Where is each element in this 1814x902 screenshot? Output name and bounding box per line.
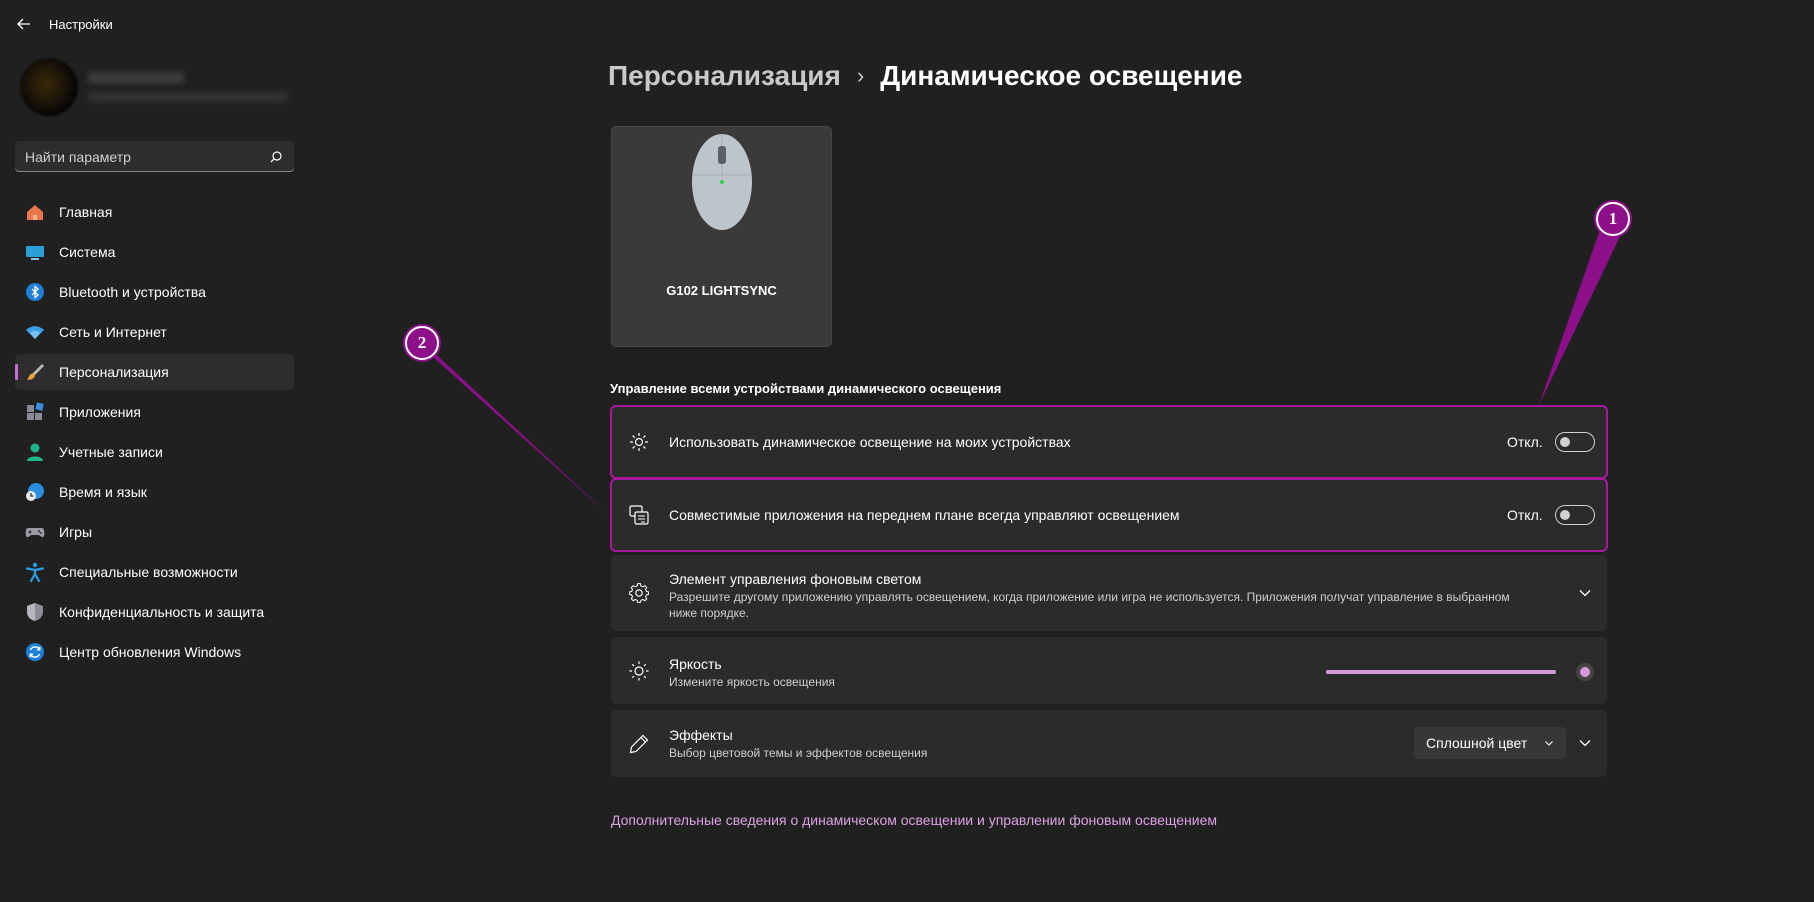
sidebar-item-accounts[interactable]: Учетные записи <box>15 434 294 470</box>
breadcrumb-separator: › <box>856 63 865 88</box>
avatar <box>20 58 78 116</box>
account-icon <box>27 443 43 461</box>
setting-title: Элемент управления фоновым светом <box>669 571 922 587</box>
device-name: G102 LIGHTSYNC <box>666 283 777 298</box>
setting-foreground-apps-control: Совместимые приложения на переднем плане… <box>610 478 1608 552</box>
breadcrumb-parent[interactable]: Персонализация <box>608 60 841 92</box>
system-icon <box>26 246 44 260</box>
sidebar-item-network[interactable]: Сеть и Интернет <box>15 314 294 350</box>
apps-icon <box>27 402 44 420</box>
chevron-down-icon[interactable] <box>1578 736 1592 750</box>
setting-subtitle: Измените яркость освещения <box>669 675 835 689</box>
gamepad-icon <box>25 528 45 538</box>
sidebar-item-label: Bluetooth и устройства <box>59 284 206 300</box>
foreground-apps-toggle[interactable] <box>1555 505 1595 525</box>
device-card[interactable]: G102 LIGHTSYNC <box>611 126 832 347</box>
sidebar-item-personalization[interactable]: Персонализация <box>15 354 294 390</box>
sidebar-item-accessibility[interactable]: Специальные возможности <box>15 554 294 590</box>
chevron-down-icon <box>1545 741 1553 746</box>
chevron-down-icon[interactable] <box>1578 586 1592 600</box>
setting-use-dynamic-lighting: Использовать динамическое освещение на м… <box>610 405 1608 479</box>
setting-brightness: Яркость Измените яркость освещения <box>611 637 1607 704</box>
breadcrumb: Персонализация › Динамическое освещение <box>608 56 1243 96</box>
setting-subtitle: Выбор цветовой темы и эффектов освещения <box>669 746 928 760</box>
mouse-icon <box>692 134 752 230</box>
wifi-icon <box>26 326 44 339</box>
home-icon <box>27 205 43 220</box>
app-title: Настройки <box>49 17 113 32</box>
setting-subtitle: Разрешите другому приложению управлять о… <box>669 590 1510 620</box>
callout-2-pointer <box>414 334 610 516</box>
sidebar-item-time-language[interactable]: Время и язык <box>15 474 294 510</box>
sidebar-item-label: Время и язык <box>59 484 147 500</box>
sidebar-item-label: Сеть и Интернет <box>59 324 167 340</box>
sidebar-item-label: Система <box>59 244 116 260</box>
sidebar-item-bluetooth[interactable]: Bluetooth и устройства <box>15 274 294 310</box>
callout-badge-2: 2 <box>405 326 439 360</box>
toggle-knob <box>1560 437 1570 447</box>
gear-icon <box>629 583 649 603</box>
sidebar-item-label: Главная <box>59 204 113 220</box>
accessibility-icon <box>25 562 45 582</box>
user-profile[interactable] <box>20 56 300 120</box>
sidebar-nav: Главная Система Bluetooth и устройства С… <box>15 194 294 674</box>
sidebar-item-label: Учетные записи <box>59 444 163 460</box>
update-icon <box>26 643 44 661</box>
sidebar-item-home[interactable]: Главная <box>15 194 294 230</box>
time-language-icon <box>26 483 44 501</box>
sidebar-item-label: Персонализация <box>59 364 169 380</box>
section-title: Управление всеми устройствами динамическ… <box>610 381 1002 396</box>
callout-badge-1: 1 <box>1596 202 1630 236</box>
brightness-slider-track[interactable] <box>1326 670 1556 674</box>
brush-icon <box>27 364 44 380</box>
title-bar: Настройки <box>0 0 1814 48</box>
sidebar-item-label: Специальные возможности <box>59 564 238 580</box>
setting-title: Использовать динамическое освещение на м… <box>669 434 1071 450</box>
toggle-knob <box>1560 510 1570 520</box>
brightness-icon <box>629 661 649 681</box>
sidebar-item-label: Игры <box>59 524 93 540</box>
setting-title: Яркость <box>669 656 722 672</box>
bluetooth-icon <box>26 283 44 301</box>
effects-dropdown[interactable]: Сплошной цвет <box>1414 727 1566 759</box>
setting-title: Эффекты <box>669 727 733 743</box>
toggle-state-label: Откл. <box>1507 507 1543 523</box>
sidebar-item-label: Конфиденциальность и защита <box>59 604 265 620</box>
sidebar-item-gaming[interactable]: Игры <box>15 514 294 550</box>
brightness-slider-thumb[interactable] <box>1576 663 1594 681</box>
sidebar-item-label: Центр обновления Windows <box>59 644 242 660</box>
more-info-link[interactable]: Дополнительные сведения о динамическом о… <box>611 812 1217 828</box>
shield-icon <box>27 603 43 621</box>
search-icon[interactable] <box>269 150 283 164</box>
back-arrow-icon[interactable] <box>14 14 34 34</box>
setting-effects[interactable]: Эффекты Выбор цветовой темы и эффектов о… <box>611 710 1607 777</box>
sidebar-item-windows-update[interactable]: Центр обновления Windows <box>15 634 294 670</box>
search-box[interactable] <box>15 141 294 172</box>
search-input[interactable] <box>25 141 255 172</box>
profile-name-blurred <box>88 72 184 84</box>
layered-apps-icon <box>629 505 649 525</box>
sidebar-item-label: Приложения <box>59 404 141 420</box>
effects-dropdown-value: Сплошной цвет <box>1426 735 1528 751</box>
use-dynamic-lighting-toggle[interactable] <box>1555 432 1595 452</box>
pen-icon <box>629 734 649 754</box>
callout-1-pointer <box>1539 221 1625 405</box>
active-indicator <box>15 364 18 380</box>
setting-background-light-control[interactable]: Элемент управления фоновым светом Разреш… <box>611 555 1607 631</box>
lighting-icon <box>630 433 648 451</box>
setting-title: Совместимые приложения на переднем плане… <box>669 507 1180 523</box>
sidebar-item-apps[interactable]: Приложения <box>15 394 294 430</box>
sidebar-item-system[interactable]: Система <box>15 234 294 270</box>
page-title: Динамическое освещение <box>880 60 1243 91</box>
sidebar-item-privacy[interactable]: Конфиденциальность и защита <box>15 594 294 630</box>
toggle-state-label: Откл. <box>1507 434 1543 450</box>
profile-email-blurred <box>88 92 288 102</box>
